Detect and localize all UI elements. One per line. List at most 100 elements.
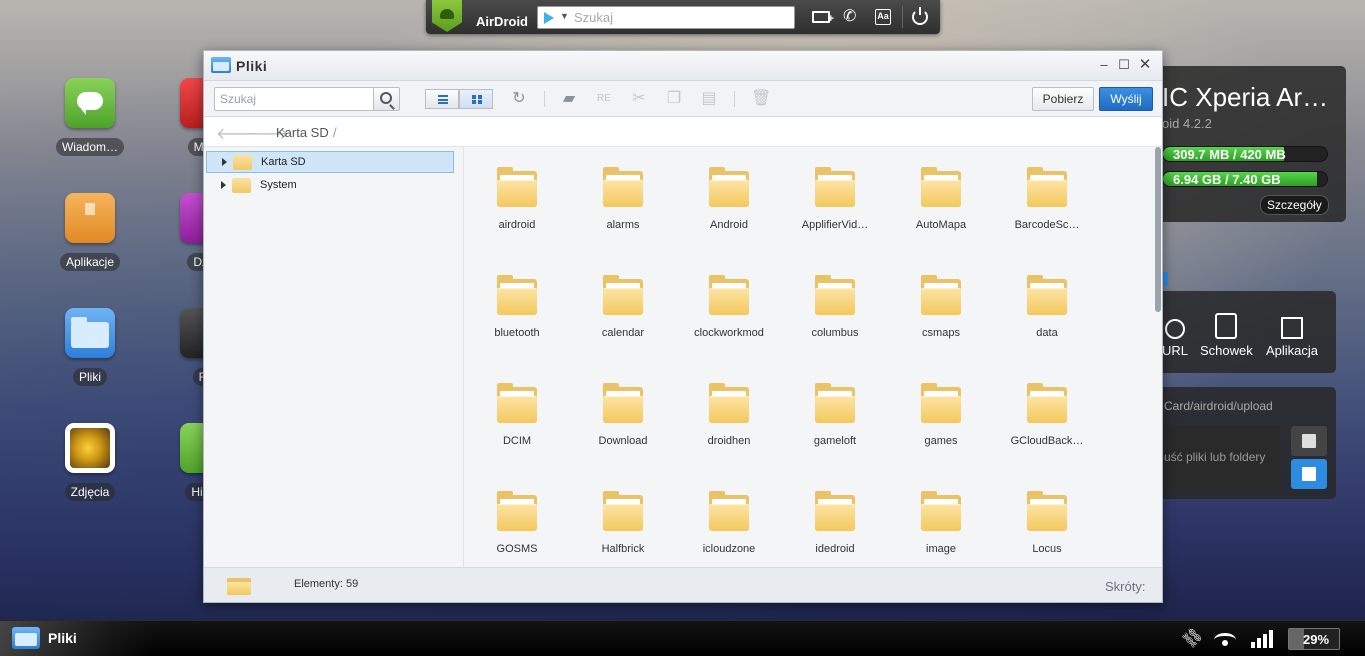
font-size-icon[interactable]: Aa — [875, 9, 891, 25]
link-icon[interactable]: ⛓ — [1178, 625, 1206, 651]
desktop-icon-files[interactable]: Pliki — [50, 308, 130, 386]
folder-item[interactable]: DCIM — [464, 363, 570, 471]
folder-item[interactable]: alarms — [570, 147, 676, 255]
copy-icon[interactable]: ❐ — [665, 90, 683, 108]
folder-icon — [497, 383, 537, 423]
tree-item-sd-card[interactable]: Karta SD — [206, 151, 454, 173]
folder-item[interactable]: idedroid — [782, 471, 888, 579]
folder-item[interactable]: GOSMS — [464, 471, 570, 579]
scrollbar-thumb[interactable] — [1155, 147, 1161, 312]
desktop-icon-label: Pliki — [72, 368, 107, 386]
grid-icon — [472, 95, 482, 104]
phone-icon[interactable]: ✆ — [843, 8, 856, 26]
app-tool[interactable]: Aplikacja — [1266, 313, 1318, 358]
battery-indicator: 29% — [1288, 628, 1340, 650]
folder-name: airdroid — [498, 219, 536, 231]
folder-item[interactable]: image — [888, 471, 994, 579]
desktop-icon-apps[interactable]: Aplikacje — [50, 193, 130, 271]
folder-item[interactable]: calendar — [570, 255, 676, 363]
send-button[interactable]: Wyślij — [1099, 87, 1153, 111]
app-search-box[interactable]: ▼ — [537, 6, 795, 29]
minimize-icon[interactable]: – — [1096, 57, 1112, 73]
folder-item[interactable]: icloudzone — [676, 471, 782, 579]
file-search-input[interactable] — [215, 88, 365, 110]
grid-view-button[interactable] — [459, 89, 493, 109]
folder-item[interactable]: Locus — [994, 471, 1100, 579]
folder-item[interactable]: Download — [570, 363, 676, 471]
folder-item[interactable]: AutoMapa — [888, 147, 994, 255]
vertical-scrollbar[interactable] — [1154, 147, 1162, 567]
taskbar-item-files[interactable]: Pliki — [0, 621, 155, 656]
breadcrumb-bar: 🡐 🡒 Karta SD / — [204, 117, 1162, 147]
folder-item[interactable]: Android — [676, 147, 782, 255]
desktop-icon-photos[interactable]: Zdjęcia — [50, 423, 130, 501]
taskbar-item-label: Pliki — [48, 630, 77, 646]
new-folder-icon[interactable]: ▰ — [560, 90, 578, 108]
folder-item[interactable]: gameloft — [782, 363, 888, 471]
divider — [902, 6, 903, 28]
search-icon — [380, 92, 392, 104]
folder-icon — [709, 491, 749, 531]
folder-item[interactable]: columbus — [782, 255, 888, 363]
folder-item[interactable]: csmaps — [888, 255, 994, 363]
list-icon — [438, 95, 448, 104]
expand-arrow-icon[interactable] — [222, 158, 227, 166]
item-count: Elementy: 59 — [294, 578, 359, 590]
folder-item[interactable]: Halfbrick — [570, 471, 676, 579]
folder-name: AutoMapa — [915, 219, 967, 231]
app-search-input[interactable] — [574, 9, 784, 26]
desktop-icon-label: Wiadom… — [55, 138, 124, 156]
folder-name: alarms — [606, 219, 640, 231]
rename-icon[interactable]: RE — [595, 90, 613, 108]
cut-icon[interactable]: ✂ — [630, 90, 648, 108]
list-view-button[interactable] — [425, 89, 459, 109]
folder-item[interactable]: bluetooth — [464, 255, 570, 363]
close-icon[interactable]: ✕ — [1137, 57, 1153, 73]
folder-item[interactable]: BarcodeSc… — [994, 147, 1100, 255]
tree-item-system[interactable]: System — [206, 175, 454, 197]
folder-name: ApplifierVid… — [801, 219, 869, 231]
folder-item[interactable]: droidhen — [676, 363, 782, 471]
refresh-icon[interactable]: ↻ — [510, 90, 528, 108]
maximize-icon[interactable]: ☐ — [1116, 57, 1132, 73]
expand-arrow-icon[interactable] — [221, 181, 226, 189]
desktop-icon-messages[interactable]: Wiadom… — [50, 78, 130, 156]
file-search-button[interactable] — [374, 87, 400, 111]
paste-icon[interactable]: ▤ — [700, 90, 718, 108]
file-search-box[interactable] — [214, 87, 374, 111]
breadcrumb-item[interactable]: Karta SD — [276, 125, 329, 140]
new-message-icon[interactable] — [812, 10, 834, 28]
upload-folder-button[interactable] — [1291, 426, 1327, 456]
folder-item[interactable]: GCloudBack… — [994, 363, 1100, 471]
memory-text: 309.7 MB / 420 MB — [1173, 147, 1286, 162]
package-icon — [65, 193, 115, 243]
folder-item[interactable]: clockworkmod — [676, 255, 782, 363]
folder-item[interactable]: airdroid — [464, 147, 570, 255]
link-icon — [1165, 319, 1185, 339]
folder-item[interactable]: data — [994, 255, 1100, 363]
clipboard-icon — [1215, 313, 1238, 339]
drop-zone[interactable]: uść pliki lub foldery — [1154, 425, 1280, 489]
folder-icon — [709, 383, 749, 423]
folder-item[interactable]: games — [888, 363, 994, 471]
desktop-icon-label: Aplikacje — [59, 253, 121, 271]
details-button[interactable]: Szczegóły — [1260, 195, 1329, 215]
power-icon[interactable] — [912, 7, 928, 25]
folder-item[interactable]: ApplifierVid… — [782, 147, 888, 255]
play-store-icon[interactable] — [544, 12, 554, 24]
folder-name: Android — [710, 219, 748, 231]
memory-bar: 309.7 MB / 420 MB — [1162, 146, 1328, 162]
folder-icon — [603, 275, 643, 315]
folder-icon — [709, 167, 749, 207]
download-button[interactable]: Pobierz — [1032, 87, 1094, 111]
folder-icon — [1027, 491, 1067, 531]
folder-icon — [709, 275, 749, 315]
airdroid-top-bar: AirDroid ▼ ✆ Aa — [426, 0, 940, 34]
upload-file-button[interactable] — [1291, 459, 1327, 489]
tree-item-label: Karta SD — [261, 156, 306, 168]
clipboard-tool[interactable]: Schowek — [1200, 313, 1253, 358]
trash-icon[interactable]: 🗑 — [751, 90, 771, 108]
url-tool[interactable]: URL — [1162, 313, 1188, 358]
window-title-bar[interactable]: Pliki – ☐ ✕ — [204, 51, 1162, 81]
chevron-down-icon[interactable]: ▼ — [560, 11, 569, 21]
